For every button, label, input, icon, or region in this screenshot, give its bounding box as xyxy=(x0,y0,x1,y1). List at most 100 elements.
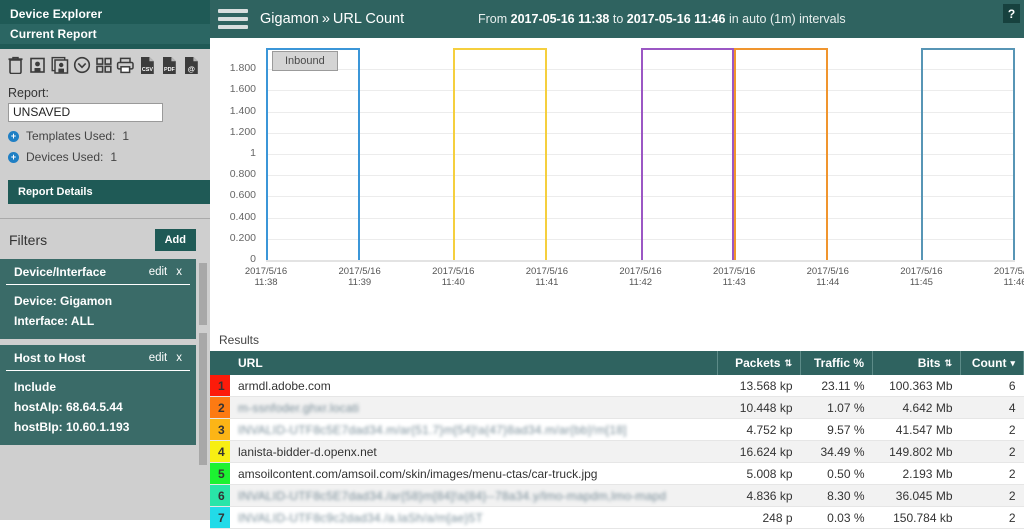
cell-url[interactable]: armdl.adobe.com xyxy=(230,375,718,397)
cell-url[interactable]: INVALID-UTF8c9c2dad34./a.laSh/a/m[ae}5T xyxy=(230,506,718,529)
schedule-clock-icon[interactable] xyxy=(72,55,91,75)
expand-plus-icon[interactable]: + xyxy=(8,130,19,142)
cell-url[interactable]: lanista-bidder-d.openx.net xyxy=(230,440,718,463)
sidebar-nav-current-report[interactable]: Current Report xyxy=(0,24,210,44)
table-row[interactable]: 4 lanista-bidder-d.openx.net 16.624 kp 34.4… xyxy=(210,440,1024,463)
cell-bits: 149.802 Mb xyxy=(872,440,961,463)
filters-header: Filters Add xyxy=(0,219,210,259)
sidebar-nav-header: Device Explorer Current Report xyxy=(0,0,210,49)
templates-used-label: Templates Used: xyxy=(26,129,116,143)
chart-series-faller xyxy=(357,48,360,260)
cell-url[interactable]: amsoilcontent.com/amsoil.com/skin/images… xyxy=(230,462,718,485)
chart-x-tick-label: 2017/5/16 11:41 xyxy=(525,266,568,288)
url-count-chart: 0 0.200 0.400 0.600 0.800 1 1.200 1.400 1.600 1.8… xyxy=(210,38,1024,328)
help-button[interactable]: ? xyxy=(1003,4,1020,23)
chart-y-tick-label: 1.800 xyxy=(229,62,256,75)
chart-series-riser xyxy=(734,48,737,260)
table-row[interactable]: 2 m-ssnfoder.ghxr.locati 10.448 kp 1.07 % 4.… xyxy=(210,396,1024,419)
sidebar-scrollbar[interactable] xyxy=(199,259,207,520)
report-toolbar: CSV PDF @ xyxy=(0,49,210,80)
cell-traffic: 34.49 % xyxy=(800,440,873,463)
results-table-header-row: URL Packets ⇅ Traffic % Bits ⇅ Count ▾ xyxy=(210,351,1024,375)
chart-y-tick-label: 0.600 xyxy=(229,189,256,202)
cell-bits: 36.045 Mb xyxy=(872,484,961,507)
cell-url[interactable]: m-ssnfoder.ghxr.locati xyxy=(230,396,718,419)
devices-used-label: Devices Used: xyxy=(26,150,104,164)
csv-export-icon[interactable]: CSV xyxy=(138,55,157,75)
chart-legend-inbound[interactable]: Inbound xyxy=(272,51,338,71)
report-name-section: Report: xyxy=(0,80,210,122)
chart-series-segment xyxy=(266,48,360,50)
filter-card-body: Device: Gigamon Interface: ALL xyxy=(0,285,196,339)
breadcrumb-leaf: URL Count xyxy=(332,11,405,27)
email-export-icon[interactable]: @ xyxy=(182,55,201,75)
report-label: Report: xyxy=(8,86,49,100)
cell-traffic: 0.03 % xyxy=(800,506,873,529)
column-header-bits[interactable]: Bits ⇅ xyxy=(872,351,961,375)
cell-count: 6 xyxy=(960,375,1024,397)
cell-url[interactable]: INVALID-UTF8c5E7dad34./ar{58}m[84]!a{84}… xyxy=(230,484,718,507)
filter-remove-icon[interactable]: x xyxy=(176,352,182,364)
filter-edit-link[interactable]: edit xyxy=(149,352,168,364)
table-row[interactable]: 7 INVALID-UTF8c9c2dad34./a.laSh/a/m[ae}5T… xyxy=(210,506,1024,529)
sidebar-nav-device-explorer[interactable]: Device Explorer xyxy=(0,4,210,24)
cell-count: 2 xyxy=(960,440,1024,463)
templates-used-row[interactable]: + Templates Used: 1 xyxy=(0,122,210,143)
table-row[interactable]: 5 amsoilcontent.com/amsoil.com/skin/image… xyxy=(210,462,1024,485)
save-as-icon[interactable] xyxy=(50,55,69,75)
hamburger-menu-icon[interactable] xyxy=(218,7,248,31)
filter-remove-icon[interactable]: x xyxy=(176,266,182,278)
column-header-packets[interactable]: Packets ⇅ xyxy=(717,351,801,375)
chart-plot-area: 0 0.200 0.400 0.600 0.800 1 1.200 1.400 1.600 1.8… xyxy=(210,38,1024,328)
cell-packets: 4.836 kp xyxy=(717,484,801,507)
chart-series-faller xyxy=(544,48,547,260)
table-row[interactable]: 6 INVALID-UTF8c5E7dad34./ar{58}m[84]!a{84… xyxy=(210,484,1024,507)
time-range-summary[interactable]: From 2017-05-16 11:38 to 2017-05-16 11:4… xyxy=(478,12,846,26)
filter-card-header: Host to Host edit x xyxy=(6,345,190,371)
cell-packets: 248 p xyxy=(717,506,801,529)
range-to-label: to xyxy=(612,12,624,26)
cell-packets: 5.008 kp xyxy=(717,462,801,485)
range-from-label: From xyxy=(478,12,508,26)
sidebar: Device Explorer Current Report CSV PDF @… xyxy=(0,0,210,520)
redacted-url: INVALID-UTF8c5E7dad34.m/ar{51.7}m[54]!a{… xyxy=(238,422,627,437)
filter-edit-link[interactable]: edit xyxy=(149,266,168,278)
report-details-button[interactable]: Report Details xyxy=(8,180,210,204)
devices-used-row[interactable]: + Devices Used: 1 xyxy=(0,143,210,164)
chart-x-tick-label: 2017/5/1611:46 xyxy=(993,266,1024,288)
expand-plus-icon[interactable]: + xyxy=(8,151,19,163)
table-row[interactable]: 1 armdl.adobe.com 13.568 kp 23.11 % 100.363 … xyxy=(210,375,1024,397)
chart-x-tick-label: 2017/5/16 11:38 xyxy=(244,266,288,288)
chart-y-tick-label: 0.800 xyxy=(229,168,256,181)
cell-count: 2 xyxy=(960,506,1024,529)
breadcrumb-separator-icon: » xyxy=(321,11,330,27)
cell-traffic: 9.57 % xyxy=(800,418,873,441)
cell-count: 2 xyxy=(960,484,1024,507)
layout-grid-icon[interactable] xyxy=(94,55,113,75)
filter-card-list: Device/Interface edit x Device: Gigamon … xyxy=(0,259,210,520)
column-header-count[interactable]: Count ▾ xyxy=(960,351,1024,375)
chart-y-tick-label: 0 xyxy=(250,253,256,265)
cell-url[interactable]: INVALID-UTF8c5E7dad34.m/ar{51.7}m[54]!a{… xyxy=(230,418,718,441)
save-icon[interactable] xyxy=(28,55,47,75)
column-header-traffic[interactable]: Traffic % xyxy=(800,351,873,375)
cell-packets: 16.624 kp xyxy=(717,440,801,463)
chart-series-faller xyxy=(825,48,828,260)
chart-series-faller xyxy=(1013,48,1015,260)
table-row[interactable]: 3 INVALID-UTF8c5E7dad34.m/ar{51.7}m[54]!a… xyxy=(210,418,1024,441)
report-name-input[interactable] xyxy=(8,103,163,122)
pdf-export-icon[interactable]: PDF xyxy=(160,55,179,75)
delete-icon[interactable] xyxy=(6,55,25,75)
cell-traffic: 23.11 % xyxy=(800,375,873,397)
chart-y-tick-label: 1.400 xyxy=(229,104,256,117)
print-icon[interactable] xyxy=(116,55,135,75)
chart-x-tick-label: 2017/5/16 11:43 xyxy=(712,266,756,288)
breadcrumb-root[interactable]: Gigamon xyxy=(260,11,319,27)
chart-y-tick-label: 0.200 xyxy=(229,231,256,244)
chart-series-riser xyxy=(266,48,268,260)
chart-series-segment xyxy=(453,48,547,50)
chart-y-tick-label: 1 xyxy=(250,147,256,159)
add-filter-button[interactable]: Add xyxy=(154,229,196,251)
redacted-url: INVALID-UTF8c5E7dad34./ar{58}m[84]!a{84}… xyxy=(238,488,667,503)
sort-indicator-icon: ⇅ xyxy=(784,358,792,368)
